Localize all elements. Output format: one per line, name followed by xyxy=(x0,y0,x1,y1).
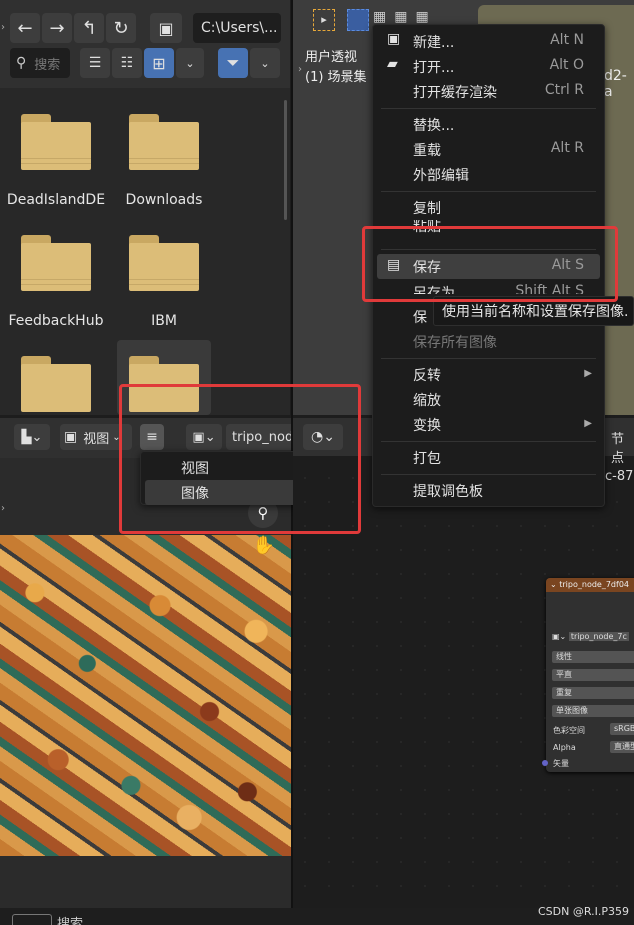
path-text: C:\Users\... xyxy=(201,20,278,36)
display-options-dropdown[interactable]: ⌄ xyxy=(176,48,204,78)
refresh-button[interactable]: ↻ xyxy=(106,13,136,43)
viewport-sidebar-arrow-icon[interactable]: › xyxy=(298,64,302,75)
filter-button[interactable]: ⏷ xyxy=(218,48,248,78)
menu-item-pack[interactable]: 打包 xyxy=(373,445,604,470)
folder-label[interactable]: IBM xyxy=(114,313,214,329)
vertical-list-view-button[interactable]: ☰ xyxy=(80,48,110,78)
color-space-dropdown[interactable]: sRGB xyxy=(610,723,634,735)
menu-item-copy[interactable]: 复制 xyxy=(373,195,604,220)
menu-separator xyxy=(381,474,596,475)
menu-item-reload[interactable]: 重载 Alt R xyxy=(373,137,604,162)
source-dropdown[interactable]: 单张图像 xyxy=(552,705,634,717)
tooltip-text: 使用当前名称和设置保存图像. xyxy=(442,304,629,320)
image-icon: ▣⌄ xyxy=(552,632,569,641)
pan-hand-icon[interactable]: ✋ xyxy=(250,535,278,563)
menu-item-transform[interactable]: 变换 ▶ xyxy=(373,412,604,437)
texture-image xyxy=(0,535,291,856)
menu-item-new[interactable]: ▣ 新建... Alt N xyxy=(373,29,604,54)
menu-item-invert[interactable]: 反转 ▶ xyxy=(373,362,604,387)
folder-icon[interactable] xyxy=(21,356,91,412)
scrollbar[interactable] xyxy=(284,100,287,220)
color-space-label: 色彩空间 xyxy=(553,726,585,735)
menu-item-save-all-images[interactable]: 保存所有图像 xyxy=(373,329,604,354)
viewport-object-name: d2-a xyxy=(604,68,627,100)
node-editor-header-label: 节点 xyxy=(611,432,625,466)
collapse-arrow-icon[interactable]: › xyxy=(1,22,5,33)
viewport-collection-label: (1) 场景集 xyxy=(305,70,367,85)
folder-label[interactable]: FeedbackHub xyxy=(6,313,106,329)
alpha-dropdown[interactable]: 直通型 xyxy=(610,741,634,753)
back-button[interactable]: ← xyxy=(10,13,40,43)
annotation-highlight xyxy=(119,384,361,534)
annotation-highlight xyxy=(362,226,618,302)
alpha-label: Alpha xyxy=(553,743,576,752)
extension-dropdown[interactable]: 重复 xyxy=(552,687,634,699)
projection-dropdown[interactable]: 平直 xyxy=(552,669,634,681)
watermark: CSDN @R.I.P359 xyxy=(538,905,629,918)
parent-directory-button[interactable]: ↰ xyxy=(74,13,104,43)
interpolation-dropdown[interactable]: 线性 xyxy=(552,651,634,663)
menu-separator xyxy=(381,108,596,109)
folder-icon: ▰ xyxy=(387,56,398,72)
menu-separator xyxy=(381,441,596,442)
vector-socket-icon[interactable] xyxy=(542,760,548,766)
menu-item-extract-palette[interactable]: 提取调色板 xyxy=(373,478,604,503)
search-input[interactable]: ⚲ 搜索 xyxy=(10,48,70,78)
status-search-label: 搜索 xyxy=(57,917,84,925)
menu-item-open-cached-render[interactable]: 打开缓存渲染 Ctrl R xyxy=(373,79,604,104)
folder-icon[interactable] xyxy=(129,114,199,170)
thumbnail-view-button[interactable]: ⊞ xyxy=(144,48,174,78)
submenu-arrow-icon: ▶ xyxy=(584,368,592,379)
menu-separator xyxy=(381,358,596,359)
collapse-arrow-icon[interactable]: › xyxy=(1,503,5,514)
folder-label[interactable]: Downloads xyxy=(114,192,214,208)
new-folder-button[interactable]: ▣ xyxy=(150,13,182,43)
image-icon: ▣ xyxy=(64,429,78,445)
select-box-icon[interactable] xyxy=(347,9,369,31)
node-image-name: tripo_node_7c xyxy=(568,632,629,641)
editor-type-button[interactable]: ▙⌄ xyxy=(14,424,50,450)
search-icon: ⚲ xyxy=(16,55,27,71)
node-collapse-icon[interactable]: ⌄ xyxy=(550,580,559,589)
node-title: tripo_node_7df04 xyxy=(559,580,629,589)
horizontal-list-view-button[interactable]: ☷ xyxy=(112,48,142,78)
viewport-mode-label: 用户透视 xyxy=(305,50,358,65)
search-placeholder: 搜索 xyxy=(34,57,61,73)
search-key-icon xyxy=(12,914,52,925)
vector-label: 矢量 xyxy=(553,759,569,768)
select-tool-icon[interactable]: ▸ xyxy=(313,9,335,31)
menu-item-edit-externally[interactable]: 外部编辑 xyxy=(373,162,604,187)
menu-item-open[interactable]: ▰ 打开... Alt O xyxy=(373,54,604,79)
view-mode-label: 视图 xyxy=(83,431,110,447)
folder-icon[interactable] xyxy=(21,114,91,170)
path-field[interactable]: C:\Users\... xyxy=(193,13,281,43)
folder-icon[interactable] xyxy=(129,235,199,291)
new-image-icon: ▣ xyxy=(387,31,401,47)
folder-icon[interactable] xyxy=(21,235,91,291)
node-id-fragment: c-87 xyxy=(605,469,634,484)
filter-options-dropdown[interactable]: ⌄ xyxy=(250,48,280,78)
menu-separator xyxy=(381,191,596,192)
folder-label[interactable]: DeadIslandDE xyxy=(6,192,106,208)
node-image-field[interactable]: ▣⌄ tripo_node_7c xyxy=(552,632,634,645)
node-header[interactable]: ⌄ tripo_node_7df04 xyxy=(546,578,634,592)
menu-item-resize[interactable]: 缩放 xyxy=(373,387,604,412)
forward-button[interactable]: → xyxy=(42,13,72,43)
menu-item-replace[interactable]: 替换... xyxy=(373,112,604,137)
submenu-arrow-icon: ▶ xyxy=(584,418,592,429)
